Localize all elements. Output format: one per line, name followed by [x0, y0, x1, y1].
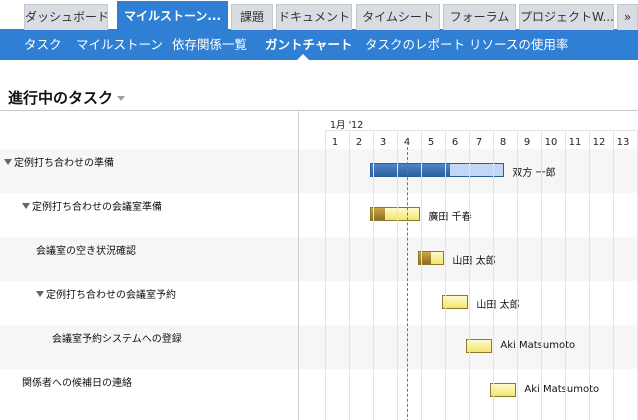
day-label: 2 — [355, 137, 363, 148]
day-gridline — [373, 130, 374, 420]
sub-navigation: タスク マイルストーン 依存関係一覧 ガントチャート タスクのレポート リソースの使用率 — [0, 30, 638, 60]
task-name-text: 会議室予約システムへの登録 — [52, 334, 182, 345]
day-label: 13 — [616, 137, 630, 148]
subnav-item-0[interactable]: タスク — [24, 30, 62, 60]
dropdown-arrow-icon[interactable] — [117, 96, 126, 101]
day-gridline — [445, 130, 446, 420]
timeline: 1月 '12 1 2 3 4 5 6 7 8 9 10 11 12 13 — [298, 111, 638, 420]
collapse-arrow-icon[interactable] — [22, 203, 30, 209]
month-label: 1月 '12 — [330, 120, 364, 131]
tab-4[interactable]: タイムシート — [356, 4, 440, 30]
day-gridline — [469, 130, 470, 420]
subnav-item-5[interactable]: リソースの使用率 — [469, 30, 568, 60]
task-name-text: 定例打ち合わせの会議室予約 — [46, 290, 176, 301]
gantt-chart: 定例打ち合わせの準備 双方 一郎 定例打ち合わせの会議室準備 廣田 千春 会議室の空き状… — [0, 110, 638, 420]
page-title[interactable]: 進行中のタスク — [8, 87, 126, 108]
active-subnav-indicator — [297, 54, 309, 60]
task-name-text: 会議室の空き状況確認 — [36, 246, 136, 257]
task-name-text: 関係者への候補日の連絡 — [22, 378, 132, 389]
page-title-text: 進行中のタスク — [8, 89, 114, 107]
task-name[interactable]: 定例打ち合わせの会議室予約 — [36, 286, 176, 301]
day-label: 6 — [451, 137, 459, 148]
tab-3[interactable]: ドキュメント — [276, 4, 352, 30]
tab-2[interactable]: 課題 — [231, 4, 273, 30]
task-name-text: 定例打ち合わせの準備 — [14, 158, 114, 169]
tab-6[interactable]: プロジェクトW... — [519, 4, 614, 30]
tab-0[interactable]: ダッシュボード — [24, 4, 108, 30]
timeline-divider — [325, 130, 638, 131]
task-name-text: 定例打ち合わせの会議室準備 — [32, 202, 162, 213]
task-name[interactable]: 定例打ち合わせの会議室準備 — [22, 198, 162, 213]
collapse-arrow-icon[interactable] — [36, 291, 44, 297]
day-gridline — [493, 130, 494, 420]
subnav-item-4[interactable]: タスクのレポート — [365, 30, 465, 60]
day-label: 8 — [499, 137, 507, 148]
task-name[interactable]: 定例打ち合わせの準備 — [4, 154, 114, 169]
day-label: 1 — [331, 137, 339, 148]
day-gridline — [589, 130, 590, 420]
day-gridline — [325, 130, 326, 420]
day-gridline — [421, 130, 422, 420]
task-name[interactable]: 会議室予約システムへの登録 — [52, 330, 182, 345]
day-label: 7 — [475, 137, 483, 148]
day-gridline — [565, 130, 566, 420]
day-label: 11 — [568, 137, 582, 148]
day-gridline — [349, 130, 350, 420]
collapse-arrow-icon[interactable] — [4, 159, 12, 165]
day-label: 12 — [592, 137, 606, 148]
day-gridline — [517, 130, 518, 420]
day-gridline — [541, 130, 542, 420]
tab-5[interactable]: フォーラム — [443, 4, 516, 30]
subnav-item-2[interactable]: 依存関係一覧 — [172, 30, 247, 60]
task-name[interactable]: 関係者への候補日の連絡 — [22, 374, 132, 389]
day-label: 10 — [544, 137, 558, 148]
today-line — [407, 147, 408, 420]
more-tabs-button[interactable]: » — [617, 4, 638, 30]
top-tab-bar: ダッシュボード マイルストーン... 課題 ドキュメント タイムシート フォーラム プロジェ… — [0, 0, 638, 31]
tab-1[interactable]: マイルストーン... — [117, 1, 228, 31]
day-label: 3 — [379, 137, 387, 148]
task-name[interactable]: 会議室の空き状況確認 — [36, 242, 136, 257]
day-gridline — [613, 130, 614, 420]
subnav-item-1[interactable]: マイルストーン — [76, 30, 163, 60]
day-gridline — [397, 130, 398, 420]
day-label: 9 — [523, 137, 531, 148]
day-label: 5 — [427, 137, 435, 148]
